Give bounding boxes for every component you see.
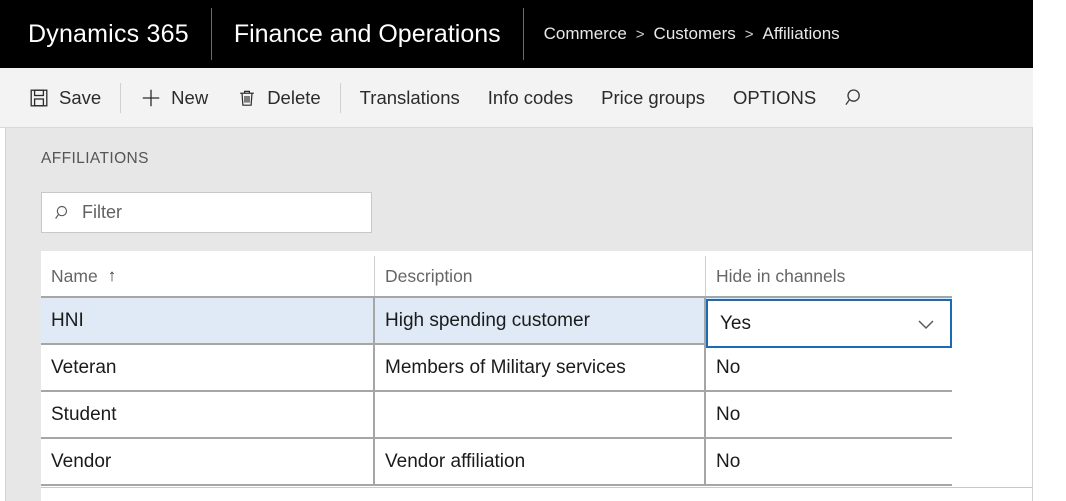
table-row[interactable]: Veteran Members of Military services No	[41, 345, 952, 392]
new-button-label: New	[171, 86, 209, 108]
cell-description[interactable]	[375, 392, 706, 437]
cell-hide-in-channels[interactable]: No	[706, 345, 952, 390]
column-header-description-label: Description	[385, 265, 473, 286]
trash-icon	[236, 87, 258, 109]
cell-hide-in-channels[interactable]: No	[706, 439, 952, 484]
cell-description[interactable]: Vendor affiliation	[375, 439, 706, 484]
cell-description[interactable]: High spending customer	[375, 298, 706, 343]
brand-logo[interactable]: Dynamics 365	[0, 0, 211, 68]
column-header-hide-in-channels[interactable]: Hide in channels	[706, 256, 952, 296]
breadcrumb-separator-icon: >	[744, 25, 754, 43]
save-button[interactable]: Save	[14, 78, 115, 118]
top-navigation-bar: Dynamics 365 Finance and Operations Comm…	[0, 0, 1033, 68]
translations-button[interactable]: Translations	[346, 78, 474, 118]
new-button[interactable]: New	[126, 78, 222, 118]
cell-name[interactable]: Veteran	[41, 345, 375, 390]
app-window: Dynamics 365 Finance and Operations Comm…	[0, 0, 1066, 501]
breadcrumb-item-commerce[interactable]: Commerce	[544, 24, 627, 44]
info-codes-button[interactable]: Info codes	[474, 78, 587, 118]
page-title: AFFILIATIONS	[41, 150, 149, 167]
translations-button-label: Translations	[359, 86, 460, 108]
cell-description[interactable]: Members of Military services	[375, 345, 706, 390]
table-header-row: Name ↑ Description Hide in channels	[41, 256, 952, 298]
hide-in-channels-dropdown[interactable]: Yes	[706, 299, 952, 348]
search-button[interactable]	[830, 78, 880, 118]
search-icon	[844, 87, 866, 109]
breadcrumb: Commerce > Customers > Affiliations	[524, 0, 860, 68]
breadcrumb-item-affiliations[interactable]: Affiliations	[763, 24, 840, 44]
save-button-label: Save	[59, 86, 102, 108]
save-floppy-icon	[28, 87, 50, 109]
column-header-name-label: Name	[51, 265, 98, 286]
column-header-name[interactable]: Name ↑	[41, 256, 375, 296]
table-row[interactable]: Vendor Vendor affiliation No	[41, 439, 952, 486]
table-trailing-row	[41, 487, 1032, 501]
plus-icon	[140, 87, 162, 109]
breadcrumb-separator-icon: >	[635, 25, 645, 43]
options-button[interactable]: OPTIONS	[719, 78, 830, 118]
breadcrumb-item-customers[interactable]: Customers	[654, 24, 736, 44]
cell-name[interactable]: Vendor	[41, 439, 375, 484]
command-bar: Save New Delete Translations Info codes …	[0, 68, 1033, 128]
affiliations-table: Name ↑ Description Hide in channels HNI …	[41, 256, 952, 486]
delete-button-label: Delete	[267, 86, 321, 108]
app-name-label[interactable]: Finance and Operations	[212, 0, 523, 68]
cell-hide-in-channels[interactable]: No	[706, 392, 952, 437]
search-icon	[54, 204, 72, 222]
cell-name[interactable]: HNI	[41, 298, 375, 343]
sort-ascending-icon: ↑	[107, 266, 117, 285]
content-right-border	[1032, 128, 1033, 501]
filter-input[interactable]: Filter	[41, 192, 372, 233]
column-header-description[interactable]: Description	[375, 256, 706, 296]
content-left-gutter	[5, 251, 41, 501]
command-separator-2	[339, 82, 341, 113]
delete-button[interactable]: Delete	[222, 78, 334, 118]
options-button-label: OPTIONS	[733, 86, 817, 108]
chevron-down-icon[interactable]	[914, 312, 938, 336]
price-groups-button[interactable]: Price groups	[587, 78, 719, 118]
price-groups-button-label: Price groups	[601, 86, 705, 108]
info-codes-button-label: Info codes	[487, 86, 574, 108]
command-separator-1	[120, 82, 122, 113]
hide-in-channels-dropdown-value: Yes	[720, 312, 751, 334]
column-header-hide-in-channels-label: Hide in channels	[716, 265, 846, 286]
navbar-right-filler	[1033, 0, 1066, 68]
filter-placeholder: Filter	[82, 202, 122, 222]
table-row[interactable]: Student No	[41, 392, 952, 439]
cell-name[interactable]: Student	[41, 392, 375, 437]
